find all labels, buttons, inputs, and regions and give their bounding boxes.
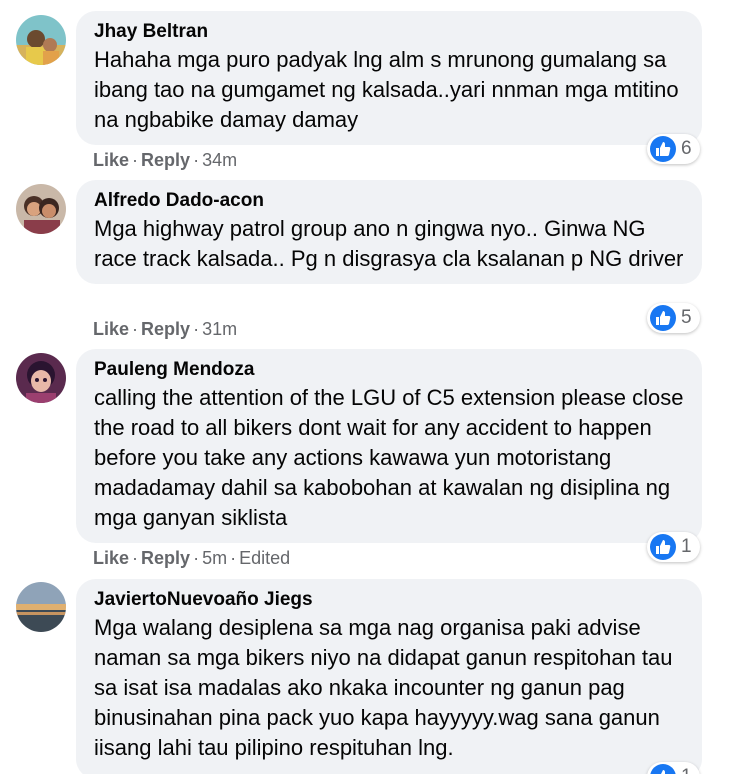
separator-dot: · bbox=[193, 319, 200, 339]
comment-text: Hahaha mga puro padyak lng alm s mrunong… bbox=[94, 47, 679, 132]
like-thumbs-up-icon bbox=[650, 534, 676, 560]
reply-link[interactable]: Reply bbox=[141, 548, 190, 568]
like-thumbs-up-icon bbox=[650, 305, 676, 331]
reaction-count: 5 bbox=[681, 307, 692, 328]
comment-bubble: Jhay Beltran Hahaha mga puro padyak lng … bbox=[76, 11, 702, 145]
like-link[interactable]: Like bbox=[93, 319, 129, 339]
comment-time[interactable]: 31m bbox=[202, 319, 237, 339]
separator-dot: · bbox=[193, 150, 200, 170]
reaction-summary[interactable]: 1 bbox=[647, 762, 700, 774]
separator-dot: · bbox=[132, 319, 139, 339]
avatar[interactable] bbox=[16, 353, 66, 403]
reply-link[interactable]: Reply bbox=[141, 319, 190, 339]
comment-bubble: JaviertoNuevoaño Jiegs Mga walang desipl… bbox=[76, 579, 702, 774]
comment-time[interactable]: 5m bbox=[202, 548, 227, 568]
reaction-count: 1 bbox=[681, 766, 692, 774]
avatar[interactable] bbox=[16, 184, 66, 234]
reaction-count: 6 bbox=[681, 138, 692, 159]
like-thumbs-up-icon bbox=[650, 764, 676, 774]
separator-dot: · bbox=[230, 548, 237, 568]
separator-dot: · bbox=[193, 548, 200, 568]
avatar[interactable] bbox=[16, 582, 66, 632]
comment-bubble: Alfredo Dado-acon Mga highway patrol gro… bbox=[76, 180, 702, 284]
comment-author[interactable]: Alfredo Dado-acon bbox=[94, 189, 684, 213]
comment-actions: Like · Reply · 5m · Edited bbox=[93, 547, 290, 569]
comment-actions: Like · Reply · 34m bbox=[93, 149, 237, 171]
separator-dot: · bbox=[132, 548, 139, 568]
comment-text: Mga highway patrol group ano n gingwa ny… bbox=[94, 216, 684, 271]
like-thumbs-up-icon bbox=[650, 136, 676, 162]
like-link[interactable]: Like bbox=[93, 548, 129, 568]
edited-label[interactable]: Edited bbox=[239, 548, 290, 568]
comment-text: calling the attention of the LGU of C5 e… bbox=[94, 385, 684, 530]
comment-author[interactable]: Pauleng Mendoza bbox=[94, 358, 684, 382]
avatar[interactable] bbox=[16, 15, 66, 65]
reaction-count: 1 bbox=[681, 536, 692, 557]
reaction-summary[interactable]: 5 bbox=[647, 303, 700, 333]
reply-link[interactable]: Reply bbox=[141, 150, 190, 170]
separator-dot: · bbox=[132, 150, 139, 170]
comment-time[interactable]: 34m bbox=[202, 150, 237, 170]
comment-author[interactable]: JaviertoNuevoaño Jiegs bbox=[94, 588, 684, 612]
comment-bubble: Pauleng Mendoza calling the attention of… bbox=[76, 349, 702, 543]
like-link[interactable]: Like bbox=[93, 150, 129, 170]
reaction-summary[interactable]: 1 bbox=[647, 532, 700, 562]
reaction-summary[interactable]: 6 bbox=[647, 134, 700, 164]
comment-actions: Like · Reply · 31m bbox=[93, 318, 237, 340]
comment-author[interactable]: Jhay Beltran bbox=[94, 20, 684, 44]
comment-text: Mga walang desiplena sa mga nag organisa… bbox=[94, 615, 673, 760]
